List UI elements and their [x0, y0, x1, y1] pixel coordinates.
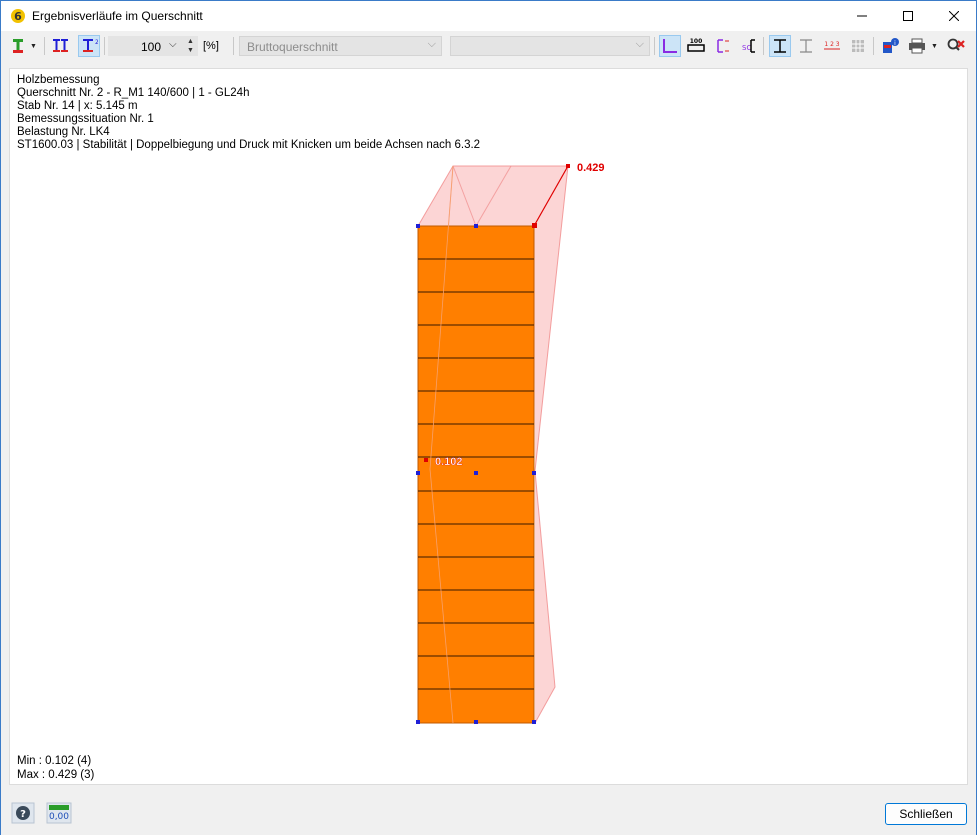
- numbering-button[interactable]: 1 2 3: [821, 35, 843, 57]
- single-section-button[interactable]: 2: [78, 35, 100, 57]
- svg-text:?: ?: [20, 809, 26, 820]
- numbering-icon: 1 2 3: [824, 41, 840, 50]
- decimal-places-icon: 0,00: [46, 802, 72, 824]
- dialog-footer: ? 0,00: [1, 791, 976, 835]
- section-type-value: Bruttoquerschnitt: [247, 40, 338, 54]
- chevron-down-icon: ⌵: [635, 38, 644, 50]
- min-value-marker: [424, 458, 428, 462]
- maximize-button[interactable]: [885, 1, 931, 31]
- maximize-icon: [903, 11, 913, 21]
- max-value-marker: [566, 164, 570, 168]
- i-beam-icon: [774, 39, 786, 53]
- section-select-dropdown-icon[interactable]: ▼: [30, 43, 37, 50]
- section-diagram: 0.429 0.102: [416, 162, 605, 724]
- axes-frame-icon: [663, 39, 677, 53]
- section-select-button[interactable]: [7, 35, 29, 57]
- outline-view-button[interactable]: [795, 35, 817, 57]
- search-cancel-icon: [947, 38, 965, 51]
- numbering-icon-text: 1 2 3: [824, 41, 839, 48]
- app-logo-icon: 6: [11, 9, 25, 23]
- close-icon: [949, 11, 959, 21]
- grid-button[interactable]: [847, 35, 869, 57]
- svg-text:SC: SC: [742, 44, 751, 52]
- dimension-icon: [717, 39, 729, 53]
- svg-text:2: 2: [95, 39, 98, 46]
- zoom-unit-label: [%]: [203, 40, 219, 52]
- toolbar-separator: [873, 37, 874, 55]
- section-info-button[interactable]: i: [879, 35, 901, 57]
- toolbar-separator: [104, 37, 105, 55]
- member-view-button[interactable]: [769, 35, 791, 57]
- zoom-dropdown-icon[interactable]: ⌵: [169, 39, 177, 50]
- print-dropdown-icon[interactable]: ▼: [931, 43, 938, 50]
- zoom-value: 100: [140, 40, 161, 54]
- decimal-icon-text: 0,00: [49, 812, 69, 822]
- window-title: Ergebnisverläufe im Querschnitt: [32, 9, 203, 23]
- grid-icon: [852, 40, 864, 52]
- max-value-label: 0.429: [577, 162, 605, 174]
- i-section-icon: [13, 39, 23, 53]
- close-window-button[interactable]: [931, 1, 977, 31]
- all-sections-button[interactable]: [50, 35, 72, 57]
- toolbar-separator: [763, 37, 764, 55]
- minimize-icon: [857, 15, 867, 17]
- help-icon: ?: [11, 802, 35, 824]
- toolbar-separator: [44, 37, 45, 55]
- printer-icon: [909, 38, 925, 54]
- result-canvas[interactable]: Holzbemessung Querschnitt Nr. 2 - R_M1 1…: [9, 68, 968, 785]
- zoom-spin-arrows-icon[interactable]: ▲ ▼: [187, 37, 194, 55]
- scale-button[interactable]: 100: [685, 35, 707, 57]
- min-summary: Min : 0.102 (4): [17, 755, 92, 767]
- close-button[interactable]: Schließen: [885, 803, 967, 825]
- max-summary: Max : 0.429 (3): [17, 769, 95, 781]
- shear-center-icon: SC: [742, 39, 755, 53]
- print-button[interactable]: [906, 35, 928, 57]
- dimension-button[interactable]: [712, 35, 734, 57]
- svg-text:6: 6: [14, 10, 22, 23]
- show-axes-button[interactable]: [659, 35, 681, 57]
- toolbar-separator: [654, 37, 655, 55]
- min-value-label: 0.102: [435, 456, 463, 468]
- max-node-marker: [532, 223, 537, 228]
- scale-icon-text: 100: [690, 38, 703, 45]
- minimize-button[interactable]: [839, 1, 885, 31]
- section-view-icon: 2: [83, 39, 98, 52]
- scale-ruler-icon: 100: [687, 38, 705, 52]
- shear-center-button[interactable]: SC: [737, 35, 759, 57]
- multi-section-icon: [53, 39, 68, 52]
- reset-view-button[interactable]: [945, 35, 967, 57]
- zoom-spinbox[interactable]: 100 ⌵ ▲ ▼: [108, 36, 198, 56]
- toolbar-separator: [233, 37, 234, 55]
- decimal-places-button[interactable]: 0,00: [46, 802, 72, 824]
- toolbar: ▼ 2 100 ⌵ ▲ ▼ [%] Bruttoquerschnitt ⌵ ⌵ …: [1, 31, 976, 61]
- result-type-combo[interactable]: ⌵: [450, 36, 650, 56]
- section-type-combo[interactable]: Bruttoquerschnitt ⌵: [239, 36, 442, 56]
- section-info-icon: i: [883, 38, 899, 53]
- title-bar: 6 Ergebnisverläufe im Querschnitt: [1, 1, 976, 31]
- dialog-window: 6 Ergebnisverläufe im Querschnitt ▼ 2 10…: [0, 0, 977, 835]
- help-button[interactable]: ?: [11, 802, 35, 824]
- chevron-down-icon: ⌵: [427, 38, 436, 50]
- i-beam-outline-icon: [800, 39, 812, 53]
